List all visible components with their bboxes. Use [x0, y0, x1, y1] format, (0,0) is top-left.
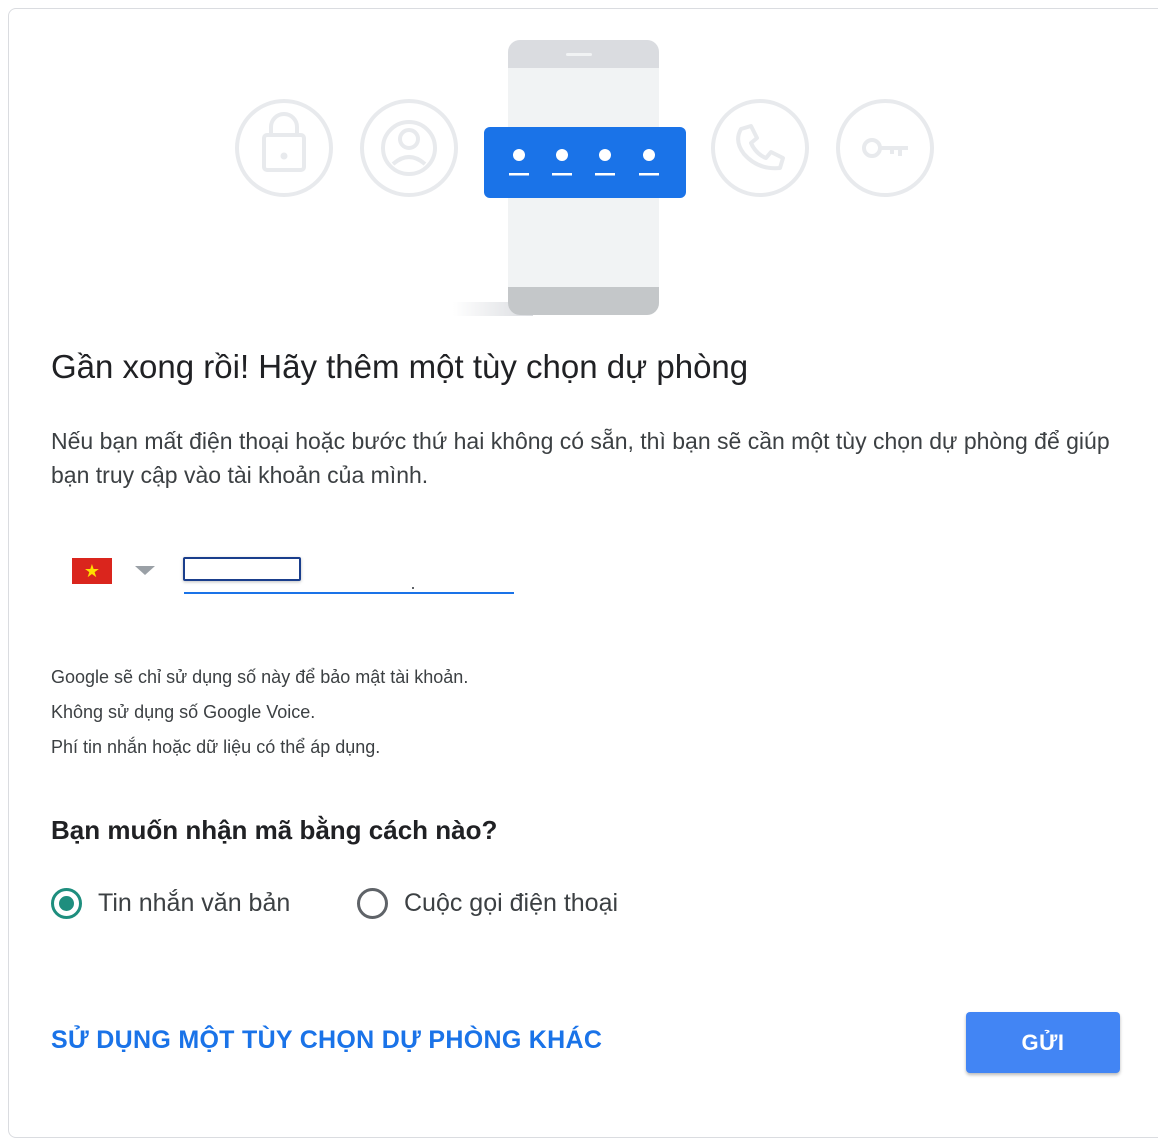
note-line: Google sẽ chỉ sử dụng số này để bảo mật …: [51, 667, 469, 687]
account-icon: [360, 99, 458, 197]
radio-checked-icon[interactable]: [51, 888, 82, 919]
vietnam-flag-icon[interactable]: ★: [72, 558, 112, 584]
flag-star: ★: [83, 561, 101, 581]
radio-text-message[interactable]: Tin nhắn văn bản: [51, 888, 290, 919]
radio-label-text-message: Tin nhắn văn bản: [98, 889, 291, 917]
radio-label-phone-call: Cuộc gọi điện thoại: [404, 889, 619, 917]
illustration: [235, 40, 934, 316]
phone-call-icon: [711, 99, 809, 197]
send-button[interactable]: GỬI: [966, 1012, 1120, 1073]
lock-icon: [235, 99, 333, 197]
key-icon: [836, 99, 934, 197]
stray-dot: [412, 587, 414, 589]
radio-unchecked-icon[interactable]: [357, 888, 388, 919]
radio-phone-call[interactable]: Cuộc gọi điện thoại: [357, 888, 618, 919]
note-line: Phí tin nhắn hoặc dữ liệu có thể áp dụng…: [51, 737, 381, 757]
note-line: Không sử dụng số Google Voice.: [51, 702, 316, 722]
delivery-method-question: Bạn muốn nhận mã bằng cách nào?: [51, 815, 498, 845]
password-dots-icon: [484, 127, 686, 198]
phone-number-row: ★: [72, 556, 532, 600]
chevron-down-icon[interactable]: [135, 566, 155, 575]
page-title: Gần xong rồi! Hãy thêm một tùy chọn dự p…: [51, 348, 749, 385]
radio-dot: [59, 896, 74, 911]
input-underline: [184, 592, 514, 594]
phone-notes: Google sẽ chỉ sử dụng số này để bảo mật …: [51, 662, 468, 767]
phone-number-input[interactable]: [183, 557, 301, 581]
use-another-backup-option-link[interactable]: SỬ DỤNG MỘT TÙY CHỌN DỰ PHÒNG KHÁC: [51, 1026, 602, 1055]
page-description: Nếu bạn mất điện thoại hoặc bước thứ hai…: [51, 428, 1110, 488]
